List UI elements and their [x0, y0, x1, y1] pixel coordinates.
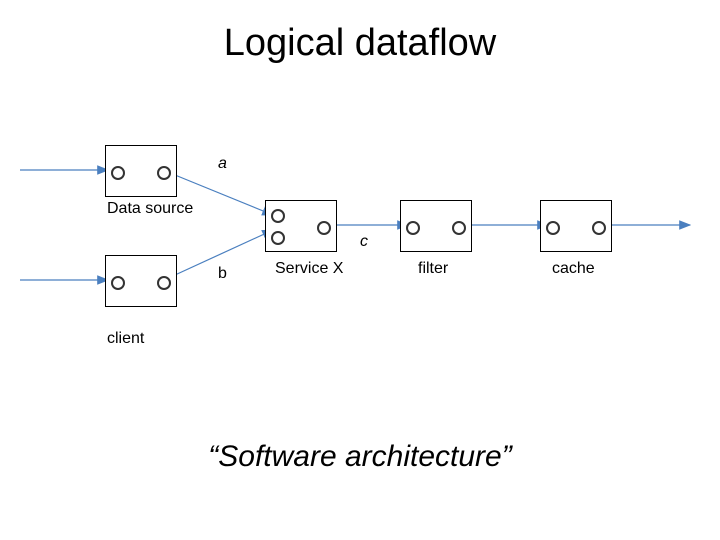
port-icon	[546, 221, 560, 235]
port-icon	[592, 221, 606, 235]
label-a: a	[218, 155, 227, 173]
node-filter	[400, 200, 472, 252]
port-icon	[406, 221, 420, 235]
node-bottom	[105, 255, 177, 307]
label-b: b	[218, 265, 227, 283]
label-cache: cache	[552, 260, 595, 278]
diagram-canvas: Logical dataflow Data source a client b …	[0, 0, 720, 540]
port-icon	[157, 276, 171, 290]
port-icon	[111, 276, 125, 290]
port-icon	[157, 166, 171, 180]
label-client: client	[107, 330, 144, 348]
label-filter: filter	[418, 260, 448, 278]
port-icon	[271, 209, 285, 223]
port-icon	[452, 221, 466, 235]
page-subtitle: “Software architecture”	[0, 440, 720, 474]
node-service	[265, 200, 337, 252]
page-title: Logical dataflow	[0, 22, 720, 65]
port-icon	[271, 231, 285, 245]
port-icon	[317, 221, 331, 235]
port-icon	[111, 166, 125, 180]
label-c: c	[360, 233, 368, 251]
node-top	[105, 145, 177, 197]
label-data-source: Data source	[107, 200, 193, 218]
node-cache	[540, 200, 612, 252]
label-service-x: Service X	[275, 260, 343, 278]
